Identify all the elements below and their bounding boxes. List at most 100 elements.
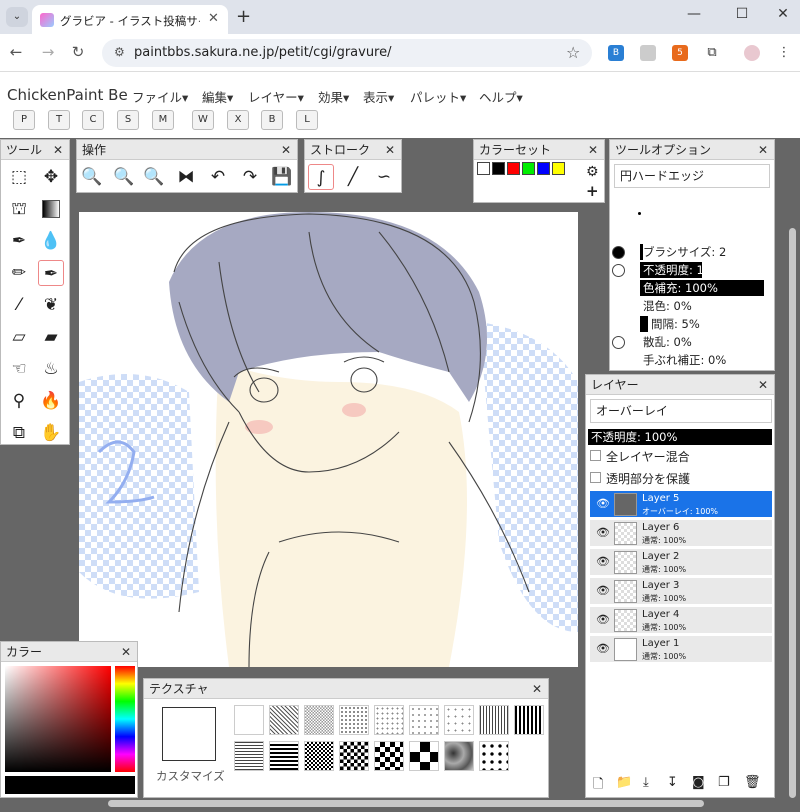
menu-edit[interactable]: 編集▾	[202, 87, 233, 106]
texture-swatch[interactable]	[339, 705, 369, 735]
close-icon[interactable]: ✕	[758, 375, 768, 395]
opacity-slider[interactable]: 不透明度: 128	[640, 262, 718, 278]
merge-clip-icon[interactable]: ↧	[667, 775, 678, 790]
palette-toggle-x[interactable]: X	[227, 110, 249, 130]
rotate-canvas-icon[interactable]: ⧉	[6, 420, 32, 446]
texture-swatch[interactable]	[269, 705, 299, 735]
menu-palette[interactable]: パレット▾	[410, 87, 466, 106]
rect-select-icon[interactable]: ⬚	[6, 164, 32, 190]
visibility-eye-icon[interactable]: 👁	[596, 526, 610, 539]
texture-swatch[interactable]	[304, 741, 334, 771]
close-icon[interactable]: ✕	[385, 140, 395, 160]
layer-row[interactable]: 👁 Layer 4 通常: 100%	[590, 607, 772, 634]
close-tab-icon[interactable]: ✕	[208, 11, 219, 26]
close-icon[interactable]: ✕	[588, 140, 598, 160]
texture-swatch[interactable]	[444, 741, 474, 771]
tab-list-button[interactable]: ⌄	[6, 7, 28, 27]
flip-icon[interactable]: ⧓	[173, 164, 199, 190]
visibility-eye-icon[interactable]: 👁	[596, 613, 610, 626]
close-window-icon[interactable]: ✕	[773, 6, 793, 22]
blend-mode-select[interactable]: オーバーレイ	[590, 399, 772, 423]
freehand-stroke-icon[interactable]: ∫	[308, 164, 334, 190]
drawing-canvas[interactable]	[79, 212, 578, 667]
menu-file[interactable]: ファイル▾	[132, 87, 188, 106]
gradient-icon[interactable]	[38, 196, 64, 222]
close-icon[interactable]: ✕	[53, 140, 63, 160]
merge-down-icon[interactable]: ⤓	[643, 775, 649, 790]
fill-bucket-icon[interactable]: ⛫	[6, 196, 32, 222]
color-swatch[interactable]	[552, 162, 565, 175]
layer-row[interactable]: 👁 Layer 2 通常: 100%	[590, 549, 772, 576]
texture-swatch[interactable]	[234, 705, 264, 735]
browser-menu-icon[interactable]: ⋮	[776, 45, 792, 61]
watercolor-icon[interactable]: ❦	[38, 292, 64, 318]
texture-swatch[interactable]	[409, 741, 439, 771]
palette-toggle-p[interactable]: P	[13, 110, 35, 130]
color-swatch[interactable]	[522, 162, 535, 175]
color-fill-slider[interactable]: 色補充: 100%	[640, 280, 764, 296]
layer-row[interactable]: 👁 Layer 5 オーバーレイ: 100%	[590, 491, 772, 518]
texture-swatch[interactable]	[374, 705, 404, 735]
pen-icon[interactable]: ✒	[38, 260, 64, 286]
color-swatch[interactable]	[477, 162, 490, 175]
zoom-100-icon[interactable]: 🔍	[141, 164, 167, 190]
brush-size-slider[interactable]: ブラシサイズ: 2	[640, 244, 758, 260]
save-icon[interactable]: 💾	[269, 164, 295, 190]
dodge-icon[interactable]: ⚲	[6, 388, 32, 414]
visibility-eye-icon[interactable]: 👁	[596, 555, 610, 568]
layer-opacity-slider[interactable]: 不透明度: 100%	[588, 429, 772, 445]
texture-swatch[interactable]	[479, 741, 509, 771]
eyedropper-icon[interactable]: ✒	[6, 228, 32, 254]
size-pressure-toggle[interactable]	[612, 246, 625, 259]
texture-swatch[interactable]	[374, 741, 404, 771]
water-drop-icon[interactable]: 💧	[38, 228, 64, 254]
visibility-eye-icon[interactable]: 👁	[596, 497, 610, 510]
saturation-value-picker[interactable]	[5, 666, 111, 772]
palette-toggle-l[interactable]: L	[296, 110, 318, 130]
blend-slider[interactable]: 混色: 0%	[640, 298, 692, 314]
forward-icon[interactable]: →	[38, 43, 58, 61]
line-stroke-icon[interactable]: ╱	[340, 164, 366, 190]
color-swatch[interactable]	[492, 162, 505, 175]
settings-gear-icon[interactable]: ⚙	[586, 164, 599, 180]
opacity-pressure-toggle[interactable]	[612, 264, 625, 277]
reload-icon[interactable]: ↻	[68, 43, 88, 61]
palette-toggle-m[interactable]: M	[152, 110, 174, 130]
smoothing-slider[interactable]: 手ぶれ補正: 0%	[640, 352, 726, 368]
pencil-icon[interactable]: ✏	[6, 260, 32, 286]
extensions-puzzle-icon[interactable]: ⧉	[704, 45, 720, 61]
smudge-icon[interactable]: ☜	[6, 356, 32, 382]
airbrush-icon[interactable]: ⁄	[6, 292, 32, 318]
burn-icon[interactable]: 🔥	[38, 388, 64, 414]
maximize-icon[interactable]: ☐	[732, 6, 752, 22]
menu-help[interactable]: ヘルプ▾	[479, 87, 523, 106]
extension-mouse-icon[interactable]	[640, 45, 656, 61]
texture-swatch[interactable]	[304, 705, 334, 735]
eraser-icon[interactable]: ▱	[6, 324, 32, 350]
menu-view[interactable]: 表示▾	[363, 87, 394, 106]
back-icon[interactable]: ←	[6, 43, 26, 61]
delete-layer-icon[interactable]: 🗑	[744, 775, 761, 790]
close-icon[interactable]: ✕	[281, 140, 291, 160]
palette-toggle-s[interactable]: S	[117, 110, 139, 130]
menu-layer[interactable]: レイヤー▾	[248, 87, 304, 106]
extension-html-icon[interactable]: 5	[672, 45, 688, 61]
texture-swatch[interactable]	[234, 741, 264, 771]
browser-tab[interactable]: グラビア - イラスト投稿サイト Petit N ✕	[32, 5, 228, 34]
palette-toggle-c[interactable]: C	[82, 110, 104, 130]
layer-row[interactable]: 👁 Layer 3 通常: 100%	[590, 578, 772, 605]
profile-avatar[interactable]	[744, 45, 760, 61]
redo-icon[interactable]: ↷	[237, 164, 263, 190]
new-layer-icon[interactable]: 🗋	[593, 775, 603, 797]
layer-row[interactable]: 👁 Layer 1 通常: 100%	[590, 636, 772, 663]
lock-alpha-checkbox[interactable]	[590, 472, 601, 483]
zoom-in-icon[interactable]: 🔍	[79, 164, 105, 190]
scatter-pressure-toggle[interactable]	[612, 336, 625, 349]
duplicate-layer-icon[interactable]: ❐	[718, 775, 730, 790]
close-icon[interactable]: ✕	[532, 679, 542, 699]
layer-row[interactable]: 👁 Layer 6 通常: 100%	[590, 520, 772, 547]
color-swatch[interactable]	[537, 162, 550, 175]
bezier-stroke-icon[interactable]: ∽	[371, 164, 397, 190]
zoom-out-icon[interactable]: 🔍	[111, 164, 137, 190]
close-icon[interactable]: ✕	[758, 140, 768, 160]
